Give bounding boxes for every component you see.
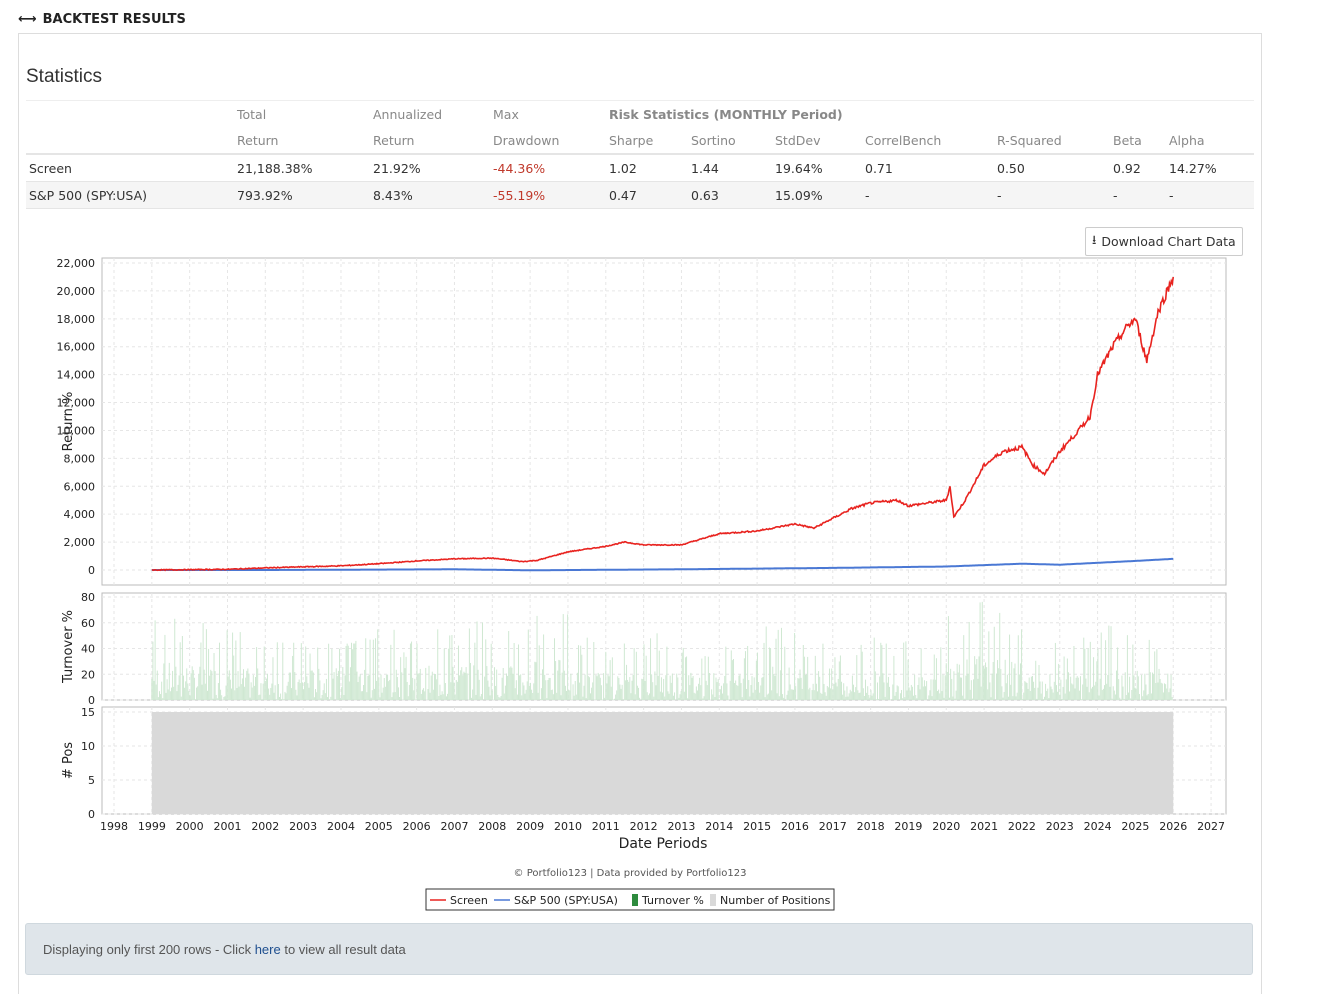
y-tick-label: 0: [88, 808, 95, 821]
x-tick-label: 2003: [289, 820, 317, 833]
x-tick-label: 2022: [1008, 820, 1036, 833]
x-tick-label: 2008: [478, 820, 506, 833]
x-tick-label: 2010: [554, 820, 582, 833]
legend-item[interactable]: Number of Positions: [720, 894, 831, 907]
x-tick-label: 2011: [592, 820, 620, 833]
x-tick-label: 2007: [440, 820, 468, 833]
backtest-chart: 02,0004,0006,0008,00010,00012,00014,0001…: [57, 257, 1227, 911]
x-tick-label: 2004: [327, 820, 355, 833]
x-tick-label: 2019: [894, 820, 922, 833]
y-tick-label: 6,000: [64, 480, 96, 493]
y-tick-label: 18,000: [57, 313, 96, 326]
x-tick-label: 2005: [365, 820, 393, 833]
x-tick-label: 2026: [1159, 820, 1187, 833]
chart-credit: © Portfolio123 | Data provided by Portfo…: [514, 868, 747, 879]
x-tick-label: 2001: [213, 820, 241, 833]
x-tick-label: 2018: [857, 820, 885, 833]
chart-legend: Screen S&P 500 (SPY:USA) Turnover % Number …: [425, 888, 835, 911]
y-tick-label: 20: [81, 668, 95, 681]
legend-item[interactable]: Screen: [450, 894, 488, 907]
y-tick-label: 60: [81, 617, 95, 630]
y-tick-label: 4,000: [64, 508, 96, 521]
x-tick-label: 2002: [251, 820, 279, 833]
x-tick-label: 2012: [630, 820, 658, 833]
positions-bar: [151, 712, 1174, 814]
x-tick-label: 2013: [667, 820, 695, 833]
x-tick-label: 2000: [176, 820, 204, 833]
y-tick-label: 16,000: [57, 341, 96, 354]
legend-swatch: [632, 894, 638, 906]
y-axis-label: Return %: [61, 392, 76, 452]
x-tick-label: 2020: [932, 820, 960, 833]
y-axis-label: # Pos: [61, 742, 76, 779]
plot-area: [101, 257, 1227, 586]
x-axis-label: Date Periods: [619, 836, 708, 852]
y-tick-label: 80: [81, 591, 95, 604]
y-tick-label: 22,000: [57, 257, 96, 270]
x-tick-label: 2006: [403, 820, 431, 833]
legend-item[interactable]: S&P 500 (SPY:USA): [514, 894, 618, 907]
x-tick-label: 2027: [1197, 820, 1225, 833]
legend-item[interactable]: Turnover %: [641, 894, 704, 907]
y-tick-label: 8,000: [64, 452, 96, 465]
x-tick-label: 2017: [819, 820, 847, 833]
x-tick-label: 2015: [743, 820, 771, 833]
x-tick-label: 2023: [1046, 820, 1074, 833]
legend-swatch: [710, 894, 716, 906]
x-tick-label: 2014: [705, 820, 733, 833]
x-tick-label: 2016: [781, 820, 809, 833]
x-tick-label: 1999: [138, 820, 166, 833]
x-tick-label: 1998: [100, 820, 128, 833]
y-tick-label: 5: [88, 774, 95, 787]
y-tick-label: 14,000: [57, 369, 96, 382]
y-tick-label: 15: [81, 706, 95, 719]
y-tick-label: 20,000: [57, 285, 96, 298]
x-tick-label: 2025: [1121, 820, 1149, 833]
x-tick-label: 2021: [970, 820, 998, 833]
y-tick-label: 10: [81, 740, 95, 753]
y-axis-label: Turnover %: [61, 610, 76, 684]
y-tick-label: 2,000: [64, 536, 96, 549]
x-tick-label: 2024: [1084, 820, 1112, 833]
y-tick-label: 40: [81, 643, 95, 656]
y-tick-label: 0: [88, 564, 95, 577]
x-tick-label: 2009: [516, 820, 544, 833]
